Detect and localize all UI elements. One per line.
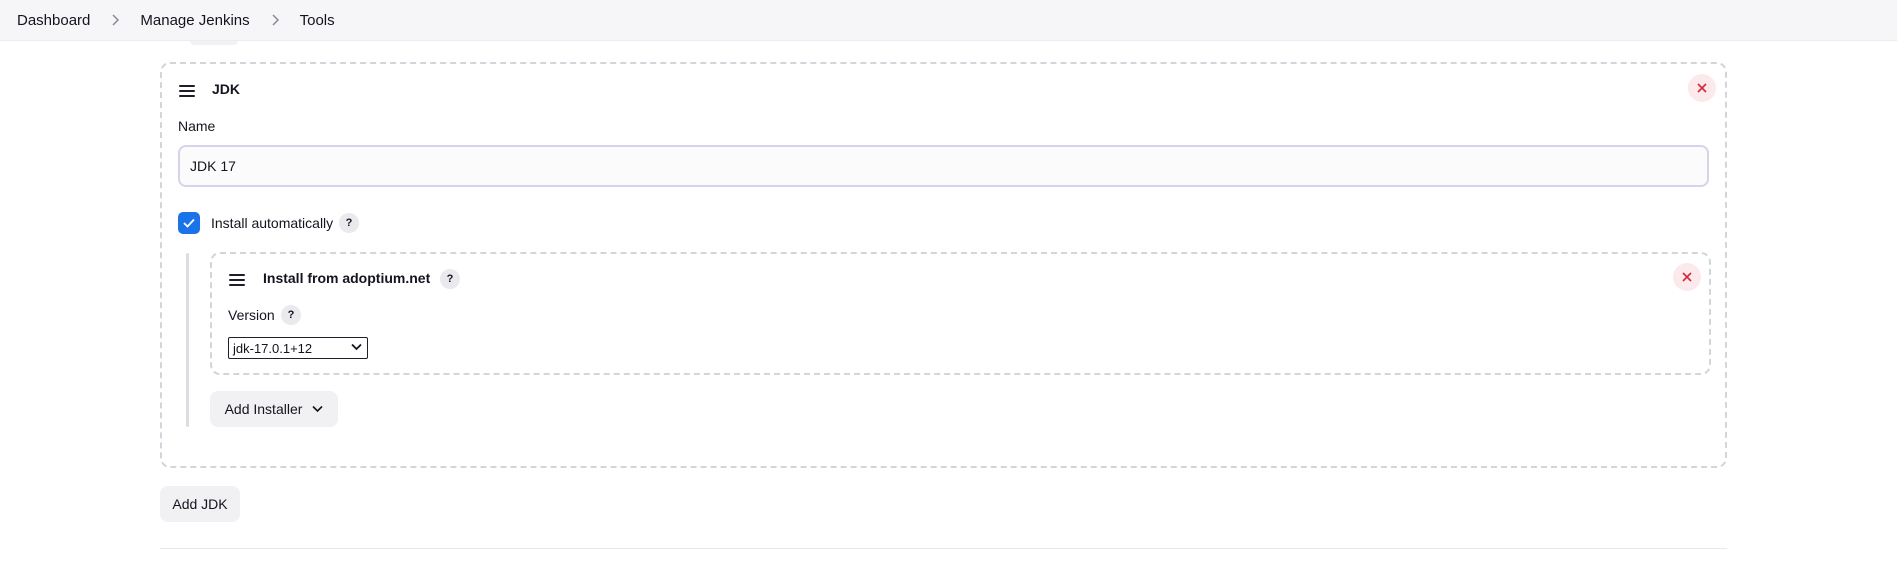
- close-icon: [1697, 83, 1707, 93]
- jdk-card-title: JDK: [212, 81, 241, 97]
- chevron-down-icon: [312, 405, 323, 413]
- close-icon: [1682, 272, 1692, 282]
- remove-jdk-button[interactable]: [1688, 74, 1716, 102]
- breadcrumb-dashboard[interactable]: Dashboard: [17, 12, 90, 29]
- chevron-down-icon: [351, 343, 362, 351]
- install-automatically-label[interactable]: Install automatically: [211, 215, 333, 231]
- add-jdk-label: Add JDK: [172, 496, 228, 512]
- version-select-value: jdk-17.0.1+12: [233, 340, 313, 356]
- drag-handle-icon[interactable]: [229, 274, 245, 286]
- breadcrumb-bar: Dashboard Manage Jenkins Tools: [0, 0, 1897, 41]
- previous-section-button-edge: [190, 41, 238, 45]
- checkmark-icon: [183, 218, 195, 228]
- add-jdk-button[interactable]: Add JDK: [160, 486, 240, 522]
- install-automatically-checkbox[interactable]: [178, 212, 200, 234]
- chevron-right-icon: [264, 14, 286, 26]
- remove-installer-button[interactable]: [1673, 263, 1701, 291]
- installer-card: Install from adoptium.net ? Version ? jd…: [210, 252, 1711, 375]
- breadcrumb-manage-jenkins[interactable]: Manage Jenkins: [140, 12, 249, 29]
- version-label: Version: [228, 307, 275, 323]
- breadcrumb-tools[interactable]: Tools: [300, 12, 335, 29]
- drag-handle-icon[interactable]: [179, 85, 195, 97]
- section-divider: [160, 548, 1727, 549]
- version-select[interactable]: jdk-17.0.1+12: [228, 337, 368, 359]
- add-installer-label: Add Installer: [224, 401, 303, 417]
- name-label: Name: [178, 118, 216, 134]
- jdk-card: JDK Name Install automatically ? Install…: [160, 62, 1727, 468]
- nesting-indicator: [186, 253, 189, 427]
- add-installer-button[interactable]: Add Installer: [210, 391, 338, 427]
- jdk-name-input[interactable]: [178, 145, 1709, 187]
- help-icon[interactable]: ?: [281, 305, 301, 325]
- help-icon[interactable]: ?: [339, 213, 359, 233]
- installer-card-title: Install from adoptium.net: [263, 270, 431, 286]
- chevron-right-icon: [104, 14, 126, 26]
- help-icon[interactable]: ?: [440, 269, 460, 289]
